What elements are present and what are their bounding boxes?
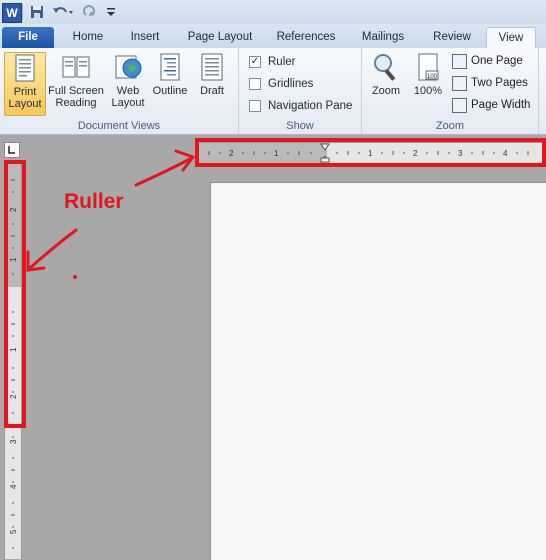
arrow-to-vertical-ruler xyxy=(28,228,78,270)
arrow-to-horizontal-ruler xyxy=(134,156,194,187)
annotation-arrows xyxy=(26,149,196,272)
